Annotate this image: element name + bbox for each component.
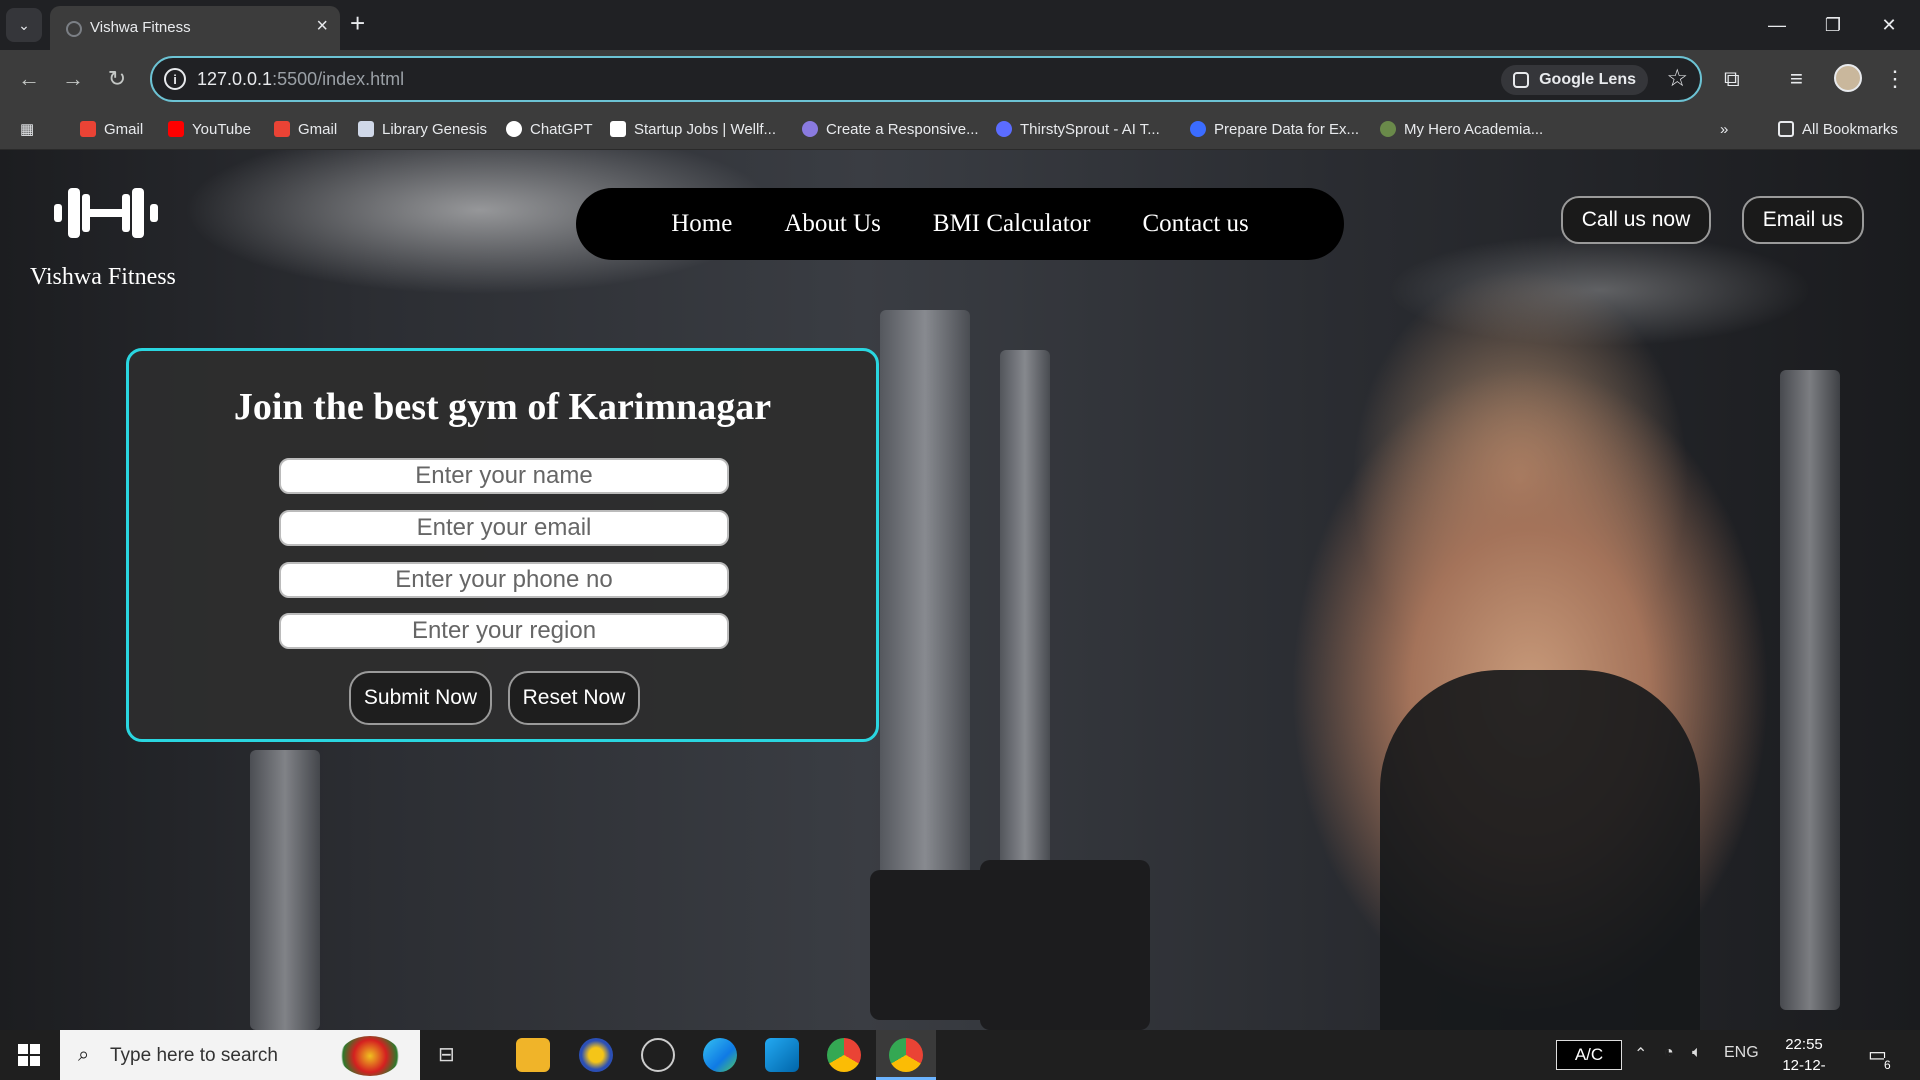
anime-icon bbox=[1380, 121, 1396, 137]
bookmark-item[interactable]: Gmail bbox=[80, 118, 143, 140]
all-bookmarks[interactable]: All Bookmarks bbox=[1778, 118, 1898, 140]
wellfound-icon bbox=[610, 121, 626, 137]
gmail-icon bbox=[80, 121, 96, 137]
site-info-icon[interactable]: i bbox=[164, 68, 186, 90]
language-indicator[interactable]: ENG bbox=[1724, 1044, 1759, 1062]
nav-bmi-calculator[interactable]: BMI Calculator bbox=[933, 210, 1091, 238]
search-highlight-image bbox=[340, 1036, 400, 1076]
coursera-icon bbox=[1190, 121, 1206, 137]
chrome-icon[interactable] bbox=[827, 1038, 861, 1072]
thirstysprout-icon bbox=[996, 121, 1012, 137]
bookmark-item[interactable]: Gmail bbox=[274, 118, 337, 140]
chatgpt-icon bbox=[506, 121, 522, 137]
back-icon[interactable]: ← bbox=[14, 64, 44, 94]
search-icon: ⌕ bbox=[78, 1044, 90, 1066]
tab-title: Vishwa Fitness bbox=[90, 19, 191, 36]
windows-taskbar: ⌕ Type here to search ⊟ A/C ⌃ ◔ 🔈︎ ENG 2… bbox=[0, 1030, 1920, 1080]
clock-time: 22:55 bbox=[1785, 1036, 1823, 1053]
site-brand-name[interactable]: Vishwa Fitness bbox=[30, 264, 176, 291]
email-input[interactable] bbox=[279, 510, 729, 546]
gmail-icon bbox=[274, 121, 290, 137]
dumbbell-logo-icon bbox=[54, 188, 158, 238]
library-genesis-icon bbox=[358, 121, 374, 137]
bookmark-item[interactable]: Startup Jobs | Wellf... bbox=[610, 118, 776, 140]
chevron-up-icon[interactable]: ⌃ bbox=[1634, 1044, 1647, 1064]
chrome-active-icon[interactable] bbox=[876, 1030, 936, 1080]
taskbar-search[interactable]: ⌕ Type here to search bbox=[60, 1030, 420, 1080]
google-lens-button[interactable]: Google Lens bbox=[1501, 65, 1648, 95]
bookmark-item[interactable]: ThirstySprout - AI T... bbox=[996, 118, 1160, 140]
ac-indicator[interactable]: A/C bbox=[1556, 1040, 1622, 1070]
extensions-icon[interactable]: ⧉ bbox=[1724, 66, 1740, 92]
restore-window-icon[interactable]: ❐ bbox=[1810, 8, 1856, 42]
site-icon bbox=[802, 121, 818, 137]
reset-button[interactable]: Reset Now bbox=[508, 671, 640, 725]
network-icon[interactable]: ◔ bbox=[1664, 1044, 1674, 1062]
bookmark-item[interactable]: YouTube bbox=[168, 118, 251, 140]
gym-equipment-bg bbox=[250, 750, 320, 1030]
gym-equipment-bg bbox=[1780, 370, 1840, 1010]
windows-start-icon[interactable] bbox=[18, 1044, 40, 1066]
youtube-icon bbox=[168, 121, 184, 137]
app-icon[interactable] bbox=[579, 1038, 613, 1072]
nav-about-us[interactable]: About Us bbox=[784, 210, 881, 238]
bookmarks-bar: ▦ Gmail YouTube Gmail Library Genesis Ch… bbox=[0, 108, 1920, 150]
phone-input[interactable] bbox=[279, 562, 729, 598]
tab-favicon-icon bbox=[66, 21, 82, 37]
reload-icon[interactable]: ↻ bbox=[102, 64, 132, 94]
obs-icon[interactable] bbox=[641, 1038, 675, 1072]
url-text[interactable]: 127.0.0.1:5500/index.html bbox=[197, 69, 404, 90]
file-explorer-icon[interactable] bbox=[516, 1038, 550, 1072]
join-form-card: Join the best gym of Karimnagar Submit N… bbox=[126, 348, 879, 742]
bookmark-item[interactable]: Create a Responsive... bbox=[802, 118, 979, 140]
region-input[interactable] bbox=[279, 613, 729, 649]
address-bar[interactable]: i 127.0.0.1:5500/index.html Google Lens … bbox=[150, 56, 1702, 102]
dumbbell-bg bbox=[980, 860, 1150, 1030]
dumbbell-bg bbox=[870, 870, 990, 1020]
taskbar-search-placeholder: Type here to search bbox=[110, 1045, 278, 1066]
submit-button[interactable]: Submit Now bbox=[349, 671, 492, 725]
name-input[interactable] bbox=[279, 458, 729, 494]
apps-grid-icon[interactable]: ▦ bbox=[20, 118, 34, 140]
bookmark-item[interactable]: Prepare Data for Ex... bbox=[1190, 118, 1359, 140]
tab-search-button[interactable]: ⌄ bbox=[6, 8, 42, 42]
new-tab-button[interactable]: + bbox=[350, 10, 365, 36]
forward-icon[interactable]: → bbox=[58, 64, 88, 94]
menu-kebab-icon[interactable]: ⋮ bbox=[1884, 66, 1906, 92]
vscode-icon[interactable] bbox=[765, 1038, 799, 1072]
edge-icon[interactable] bbox=[703, 1038, 737, 1072]
lens-icon bbox=[1513, 72, 1530, 88]
volume-icon[interactable]: 🔈︎ bbox=[1692, 1044, 1702, 1062]
more-bookmarks-icon[interactable]: » bbox=[1720, 118, 1728, 140]
browser-toolbar: ← → ↻ i 127.0.0.1:5500/index.html Google… bbox=[0, 50, 1920, 108]
task-view-icon[interactable]: ⊟ bbox=[438, 1042, 455, 1067]
page-viewport: Vishwa Fitness Home About Us BMI Calcula… bbox=[0, 150, 1920, 1030]
email-us-button[interactable]: Email us bbox=[1742, 196, 1864, 244]
bookmark-star-icon[interactable]: ☆ bbox=[1666, 64, 1688, 93]
close-window-icon[interactable]: ✕ bbox=[1866, 8, 1912, 42]
woman-athlete-bg bbox=[1380, 670, 1700, 1030]
bookmark-item[interactable]: My Hero Academia... bbox=[1380, 118, 1543, 140]
browser-tabstrip: ⌄ Vishwa Fitness × + — ❐ ✕ bbox=[0, 0, 1920, 50]
notification-count: 6 bbox=[1884, 1058, 1891, 1072]
bookmark-item[interactable]: ChatGPT bbox=[506, 118, 593, 140]
media-control-icon[interactable]: ≡ bbox=[1790, 66, 1803, 92]
minimize-window-icon[interactable]: — bbox=[1754, 8, 1800, 42]
site-nav: Home About Us BMI Calculator Contact us bbox=[576, 188, 1344, 260]
call-us-button[interactable]: Call us now bbox=[1561, 196, 1711, 244]
profile-avatar[interactable] bbox=[1834, 64, 1862, 92]
nav-contact-us[interactable]: Contact us bbox=[1143, 210, 1249, 238]
browser-tab[interactable]: Vishwa Fitness × bbox=[50, 6, 340, 50]
nav-home[interactable]: Home bbox=[671, 210, 732, 238]
join-form-title: Join the best gym of Karimnagar bbox=[233, 386, 772, 428]
taskbar-clock[interactable]: 22:55 12-12-2024 bbox=[1768, 1034, 1840, 1080]
clock-date: 12-12-2024 bbox=[1782, 1057, 1826, 1080]
bookmark-item[interactable]: Library Genesis bbox=[358, 118, 487, 140]
folder-icon bbox=[1778, 121, 1794, 137]
tab-close-icon[interactable]: × bbox=[316, 16, 328, 36]
